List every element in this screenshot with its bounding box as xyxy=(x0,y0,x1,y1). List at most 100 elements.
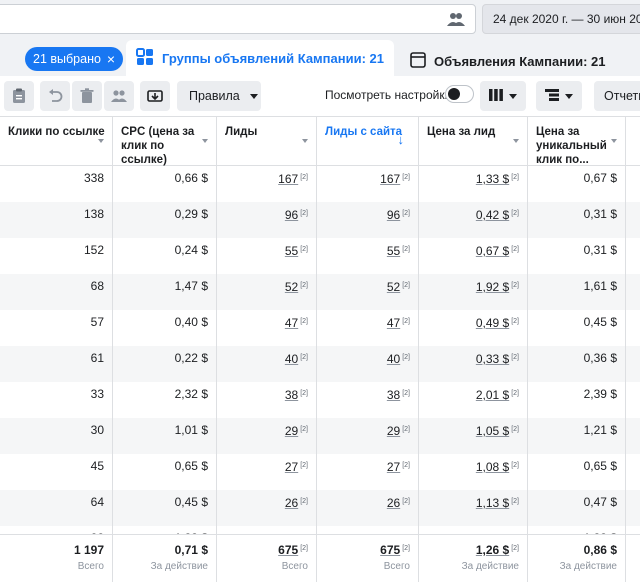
cell-value[interactable]: 1,13 $ xyxy=(476,496,509,510)
cell-value: 0,31 $ xyxy=(583,243,617,257)
cell-value[interactable]: 0,49 $ xyxy=(476,316,509,330)
cell-cost-per-lead: 0,42 $ [2] xyxy=(419,202,528,238)
total-value[interactable]: 675 xyxy=(278,543,298,557)
cell-value[interactable]: 38 xyxy=(387,388,400,402)
cell-value[interactable]: 1,08 $ xyxy=(476,460,509,474)
delete-button[interactable] xyxy=(72,81,102,111)
table-totals-row: 1 197 Всего 0,71 $ За действие 675 [2] Вс… xyxy=(0,534,640,582)
cell-value[interactable]: 96 xyxy=(387,208,400,222)
cell-value: 0,22 $ xyxy=(174,351,208,365)
cell-value[interactable]: 1,05 $ xyxy=(476,424,509,438)
cell-cost-per-lead: 1,08 $ [2] xyxy=(419,454,528,490)
column-header-cost-per-lead[interactable]: Цена за лид xyxy=(419,117,528,165)
column-header-link-clicks[interactable]: Клики по ссылке xyxy=(0,117,113,165)
cell-cost-per-unique-click: 0,36 $ xyxy=(528,346,626,382)
export-button[interactable] xyxy=(140,81,170,111)
cell-value[interactable]: 55 xyxy=(387,244,400,258)
cell-value[interactable]: 2,01 $ xyxy=(476,388,509,402)
cell-value: 64 xyxy=(90,495,104,509)
cell-value[interactable]: 29 xyxy=(387,424,400,438)
table-row[interactable]: 68 1,47 $52 [2] 52 [2] 1,92 $ [2] 1,61 $ xyxy=(0,274,640,310)
total-value[interactable]: 675 xyxy=(380,543,400,557)
cell-value[interactable]: 38 xyxy=(285,388,298,402)
duplicate-button[interactable] xyxy=(4,81,34,111)
table-row[interactable]: 57 0,40 $47 [2] 47 [2] 0,49 $ [2] 0,45 $ xyxy=(0,310,640,346)
cell-leads: 167 [2] xyxy=(217,166,317,202)
ref-marker: [2] xyxy=(402,354,410,361)
cell-cost-per-unique-click: 0,31 $ xyxy=(528,202,626,238)
reports-button[interactable]: Отчеты xyxy=(594,81,640,111)
cell-value[interactable]: 47 xyxy=(285,316,298,330)
cell-value[interactable]: 1,33 $ xyxy=(476,172,509,186)
date-range-picker[interactable]: 24 дек 2020 г. — 30 июн 2021 xyxy=(482,4,640,34)
people-icon[interactable] xyxy=(447,11,465,27)
table-row[interactable]: 152 0,24 $55 [2] 55 [2] 0,67 $ [2] 0,31 $ xyxy=(0,238,640,274)
cell-value[interactable]: 55 xyxy=(285,244,298,258)
cell-value[interactable]: 26 xyxy=(387,496,400,510)
column-header-label: Лиды с сайта xyxy=(325,126,403,138)
cell-value[interactable]: 27 xyxy=(387,460,400,474)
table-row[interactable]: 138 0,29 $96 [2] 96 [2] 0,42 $ [2] 0,31 $ xyxy=(0,202,640,238)
cell-value[interactable]: 26 xyxy=(285,496,298,510)
cell-site-leads: 29 [2] xyxy=(317,418,419,454)
sort-descending-icon[interactable]: ↓ xyxy=(398,133,405,147)
chevron-down-icon[interactable] xyxy=(513,139,519,143)
campaign-search-field[interactable] xyxy=(0,4,476,34)
cell-value: 1,47 $ xyxy=(174,279,208,293)
table-row[interactable]: 30 1,01 $29 [2] 29 [2] 1,05 $ [2] 1,21 $ xyxy=(0,418,640,454)
cell-value[interactable]: 29 xyxy=(285,424,298,438)
column-header-label: Цена за лид xyxy=(427,126,496,138)
close-icon[interactable]: × xyxy=(107,47,115,71)
table-row[interactable]: 338 0,66 $167 [2] 167 [2] 1,33 $ [2] 0,67 $ xyxy=(0,166,640,202)
rules-label: Правила xyxy=(189,89,240,103)
chevron-down-icon[interactable] xyxy=(611,139,617,143)
chevron-down-icon[interactable] xyxy=(98,139,104,143)
cell-cpc: 0,66 $ xyxy=(113,166,217,202)
cell-value[interactable]: 0,67 $ xyxy=(476,244,509,258)
ref-marker: [2] xyxy=(402,390,410,397)
cell-value[interactable]: 167 xyxy=(278,172,298,186)
cell-value[interactable]: 1,92 $ xyxy=(476,280,509,294)
column-header-leads[interactable]: Лиды xyxy=(217,117,317,165)
undo-button[interactable] xyxy=(40,81,70,111)
table-row[interactable]: 33 2,32 $38 [2] 38 [2] 2,01 $ [2] 2,39 $ xyxy=(0,382,640,418)
cell-value[interactable]: 40 xyxy=(285,352,298,366)
tab-ads[interactable]: Объявления Кампании: 21 xyxy=(400,46,640,76)
table-row[interactable]: 221,33 $24[2]24[2]1,22 $[2]1,33 $ xyxy=(0,526,640,534)
cell-leads: 52 [2] xyxy=(217,274,317,310)
column-header-label: Клики по ссылке xyxy=(8,126,105,138)
breakdown-button[interactable] xyxy=(536,81,582,111)
total-caption: За действие xyxy=(559,561,617,572)
cell-value[interactable]: 0,33 $ xyxy=(476,352,509,366)
cell-cpc: 2,32 $ xyxy=(113,382,217,418)
ab-test-button[interactable] xyxy=(104,81,134,111)
column-header-site-leads[interactable]: Лиды с сайта ↓ xyxy=(317,117,419,165)
tab-ad-sets[interactable]: Группы объявлений Кампании: 21 xyxy=(126,40,394,76)
cell-value[interactable]: 52 xyxy=(285,280,298,294)
view-settings-toggle[interactable] xyxy=(445,85,474,103)
total-leads: 675 [2] Всего xyxy=(217,535,317,582)
cell-value[interactable]: 47 xyxy=(387,316,400,330)
cell-value[interactable]: 0,42 $ xyxy=(476,208,509,222)
chevron-down-icon[interactable] xyxy=(202,139,208,143)
column-header-cost-per-unique-click[interactable]: Цена за уникальный клик по... xyxy=(528,117,626,166)
columns-button[interactable] xyxy=(480,81,526,111)
chevron-down-icon[interactable] xyxy=(302,139,308,143)
cell-value[interactable]: 96 xyxy=(285,208,298,222)
cell-cpc: 0,29 $ xyxy=(113,202,217,238)
selection-badge[interactable]: 21 выбрано × xyxy=(25,47,124,71)
cell-value[interactable]: 167 xyxy=(380,172,400,186)
table-row[interactable]: 61 0,22 $40 [2] 40 [2] 0,33 $ [2] 0,36 $ xyxy=(0,346,640,382)
ref-marker: [2] xyxy=(511,354,519,361)
cell-value[interactable]: 40 xyxy=(387,352,400,366)
table-row[interactable]: 64 0,45 $26 [2] 26 [2] 1,13 $ [2] 0,47 $ xyxy=(0,490,640,526)
table-row[interactable]: 45 0,65 $27 [2] 27 [2] 1,08 $ [2] 0,65 $ xyxy=(0,454,640,490)
top-bar: 24 дек 2020 г. — 30 июн 2021 xyxy=(0,0,640,40)
breakdown-icon xyxy=(545,88,559,104)
total-value[interactable]: 1,26 $ xyxy=(476,543,509,557)
column-header-cpc[interactable]: CPC (цена за клик по ссылке) xyxy=(113,117,217,166)
cell-value[interactable]: 52 xyxy=(387,280,400,294)
rules-button[interactable]: Правила xyxy=(177,81,261,111)
cell-value[interactable]: 27 xyxy=(285,460,298,474)
cell-cost-per-unique-click: 2,39 $ xyxy=(528,382,626,418)
